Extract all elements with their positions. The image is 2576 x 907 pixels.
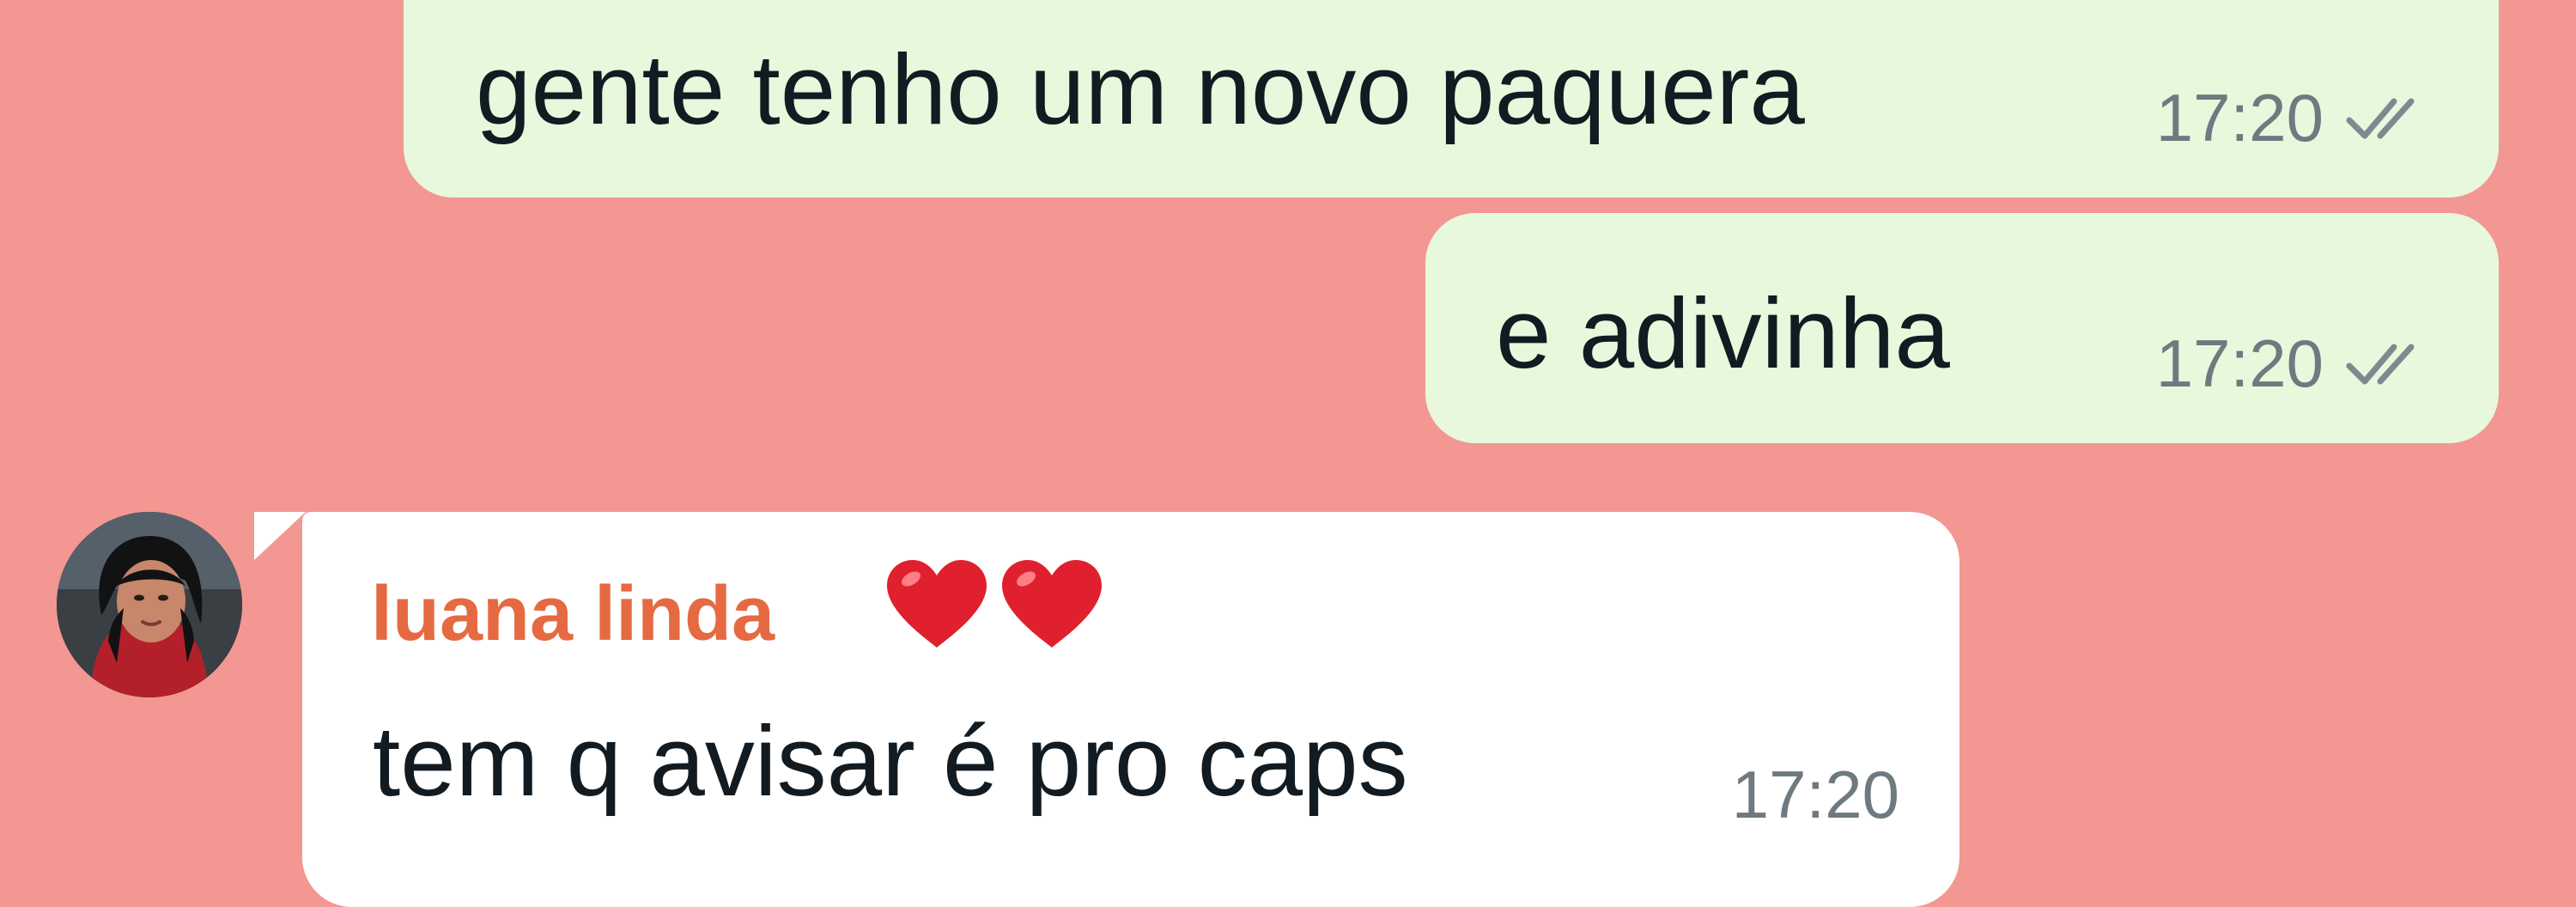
sender-name: luana linda <box>371 571 775 657</box>
outgoing-message-bubble[interactable]: e adivinha 17:20 <box>1425 213 2499 443</box>
double-check-icon <box>2346 344 2415 385</box>
sender-header[interactable]: luana linda <box>371 557 1144 660</box>
sender-emoji <box>882 557 1107 651</box>
message-timestamp: 17:20 <box>2155 80 2324 155</box>
heart-icon <box>1002 560 1102 648</box>
heart-icon <box>887 560 987 648</box>
message-meta: 17:20 <box>1732 761 1899 828</box>
message-timestamp: 17:20 <box>2155 326 2324 401</box>
incoming-message-bubble[interactable]: luana linda tem q avisar é pro caps 17:2… <box>302 512 1959 907</box>
avatar-image <box>57 512 242 697</box>
message-text: gente tenho um novo paquera <box>476 33 1805 145</box>
message-text: tem q avisar é pro caps <box>373 705 1408 817</box>
message-meta: 17:20 <box>2156 330 2428 397</box>
message-meta: 17:20 <box>2156 84 2428 151</box>
double-check-icon <box>2346 98 2415 139</box>
contact-avatar[interactable] <box>57 512 242 697</box>
chat-area[interactable]: gente tenho um novo paquera 17:20 e adiv… <box>0 0 2576 907</box>
message-timestamp: 17:20 <box>1731 757 1899 832</box>
message-text: e adivinha <box>1496 277 1950 389</box>
outgoing-message-bubble[interactable]: gente tenho um novo paquera 17:20 <box>404 0 2499 198</box>
bubble-tail <box>254 512 306 560</box>
